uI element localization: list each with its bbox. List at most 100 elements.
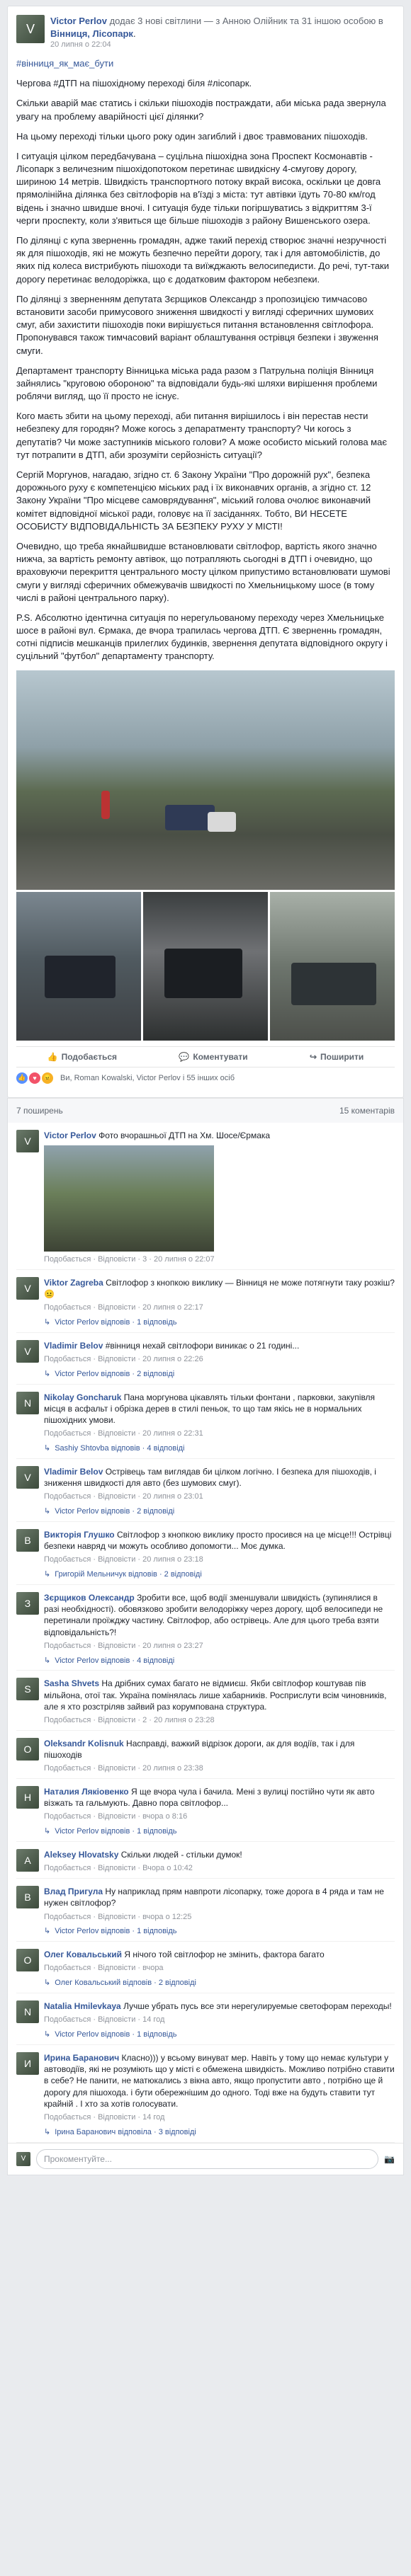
comment-meta[interactable]: Подобається · Відповісти · 20 липня о 22… [44, 1354, 395, 1365]
comment-meta[interactable]: Подобається · Відповісти · вчора [44, 1963, 395, 1974]
hashtag-link[interactable]: #вінниця_як_має_бути [16, 58, 113, 69]
reply-arrow-icon: ↳ [44, 1827, 51, 1836]
comment-button[interactable]: 💬 Коментувати [179, 1052, 247, 1062]
commenter-name[interactable]: Викторія Глушко [44, 1530, 115, 1540]
reply-summary[interactable]: ↳ Sashiy Shtovba відповів · 4 відповіді [44, 1443, 395, 1454]
commenter-avatar[interactable]: В [16, 1886, 39, 1909]
accident-photo-main[interactable] [16, 670, 395, 890]
reply-summary[interactable]: ↳ Victor Perlov відповів · 1 відповідь [44, 1926, 395, 1937]
comment-body: Олег Ковальський Я нічого той світлофор … [44, 1949, 395, 1988]
commenter-name[interactable]: Наталия Лякіовенко [44, 1787, 129, 1797]
reply-summary[interactable]: ↳ Олег Ковальський відповів · 2 відповіді [44, 1978, 395, 1988]
commenter-avatar[interactable]: V [16, 1465, 39, 1489]
commenter-name[interactable]: Aleksey Hlovatsky [44, 1850, 118, 1860]
author-link[interactable]: Victor Perlov [50, 16, 107, 26]
comment-meta[interactable]: Подобається · Відповісти · Вчора о 10:42 [44, 1863, 395, 1874]
post-paragraph: По ділянці с купа зверненнь громадян, ад… [16, 235, 390, 285]
commenter-name[interactable]: Олег Ковальський [44, 1950, 122, 1959]
commenter-name[interactable]: Viktor Zagreba [44, 1278, 103, 1288]
commenter-name[interactable]: Vladimir Belov [44, 1341, 103, 1351]
commenter-avatar[interactable]: V [16, 1276, 39, 1300]
comments-count[interactable]: 15 коментарів [339, 1106, 395, 1116]
comment-body: Vladimir Belov #вінниця нехай світлофори… [44, 1340, 395, 1380]
reply-summary[interactable]: ↳ Victor Perlov відповів · 2 відповіді [44, 1506, 395, 1517]
post-paragraph: P.S. Абсолютно ідентична ситуація по нер… [16, 612, 388, 662]
comment-meta[interactable]: Подобається · Відповісти · 14 год [44, 2112, 395, 2123]
post-time[interactable]: 20 липня о 22:04 [50, 40, 395, 50]
comment: O Oleksandr Kolisnuk Насправді, важкий в… [16, 1731, 395, 1780]
reply-summary[interactable]: ↳ Григорій Мельничук відповів · 2 відпові… [44, 1569, 395, 1580]
commenter-avatar[interactable]: V [16, 1339, 39, 1363]
reply-arrow-icon: ↳ [44, 1570, 51, 1579]
camera-icon[interactable]: 📷 [384, 2154, 395, 2164]
reply-arrow-icon: ↳ [44, 1444, 51, 1453]
reply-arrow-icon: ↳ [44, 1927, 51, 1936]
comment-meta[interactable]: Подобається · Відповісти · вчора о 8:16 [44, 1811, 395, 1822]
comment-meta[interactable]: Подобається · Відповісти · 3 · 20 липня … [44, 1254, 395, 1265]
reactions-row[interactable]: 👍 ♥ 😠 Ви, Roman Kowalski, Victor Perlov … [16, 1067, 395, 1089]
comment-meta[interactable]: Подобається · Відповісти · 20 липня о 22… [44, 1429, 395, 1439]
reply-summary[interactable]: ↳ Victor Perlov відповів · 1 відповідь [44, 1317, 395, 1328]
reply-summary[interactable]: ↳ Victor Perlov відповів · 1 відповідь [44, 2030, 395, 2040]
comment: О Олег Ковальський Я нічого той світлофо… [16, 1942, 395, 1994]
comment-meta[interactable]: Подобається · Відповісти · 20 липня о 23… [44, 1763, 395, 1774]
share-button[interactable]: ↪ Поширити [310, 1052, 364, 1062]
reactions-text: Ви, Roman Kowalski, Victor Perlov і 55 і… [60, 1073, 235, 1082]
place-link[interactable]: Вінниця, Лісопарк [50, 28, 133, 39]
commenter-avatar[interactable]: A [16, 1849, 39, 1872]
comment: V Vladimir Belov #вінниця нехай світлофо… [16, 1333, 395, 1385]
comment-photo[interactable] [44, 1145, 214, 1252]
comment-meta[interactable]: Подобається · Відповісти · 20 липня о 22… [44, 1303, 395, 1313]
comment-input[interactable]: Прокоментуйте... [36, 2148, 379, 2169]
commenter-avatar[interactable]: O [16, 1737, 39, 1761]
like-button[interactable]: 👍 Подобається [47, 1052, 117, 1062]
comment-meta[interactable]: Подобається · Відповісти · 20 липня о 23… [44, 1555, 395, 1565]
commenter-avatar[interactable]: N [16, 1391, 39, 1414]
reply-arrow-icon: ↳ [44, 1507, 51, 1516]
commenter-avatar[interactable]: В [16, 1528, 39, 1552]
commenter-avatar[interactable]: И [16, 2051, 39, 2075]
post-paragraph: І ситуація цілком передбачувана – суціль… [16, 150, 381, 226]
reply-summary[interactable]: ↳ Victor Perlov відповів · 1 відповідь [44, 1826, 395, 1837]
commenter-name[interactable]: Victor Perlov [44, 1130, 96, 1140]
accident-photo-4[interactable] [270, 891, 395, 1041]
commenter-name[interactable]: Nikolay Goncharuk [44, 1392, 121, 1402]
commenter-avatar[interactable]: О [16, 1949, 39, 1972]
commenter-avatar[interactable]: N [16, 2000, 39, 2024]
comment-body: Aleksey Hlovatsky Скільки людей - стільк… [44, 1849, 395, 1874]
commenter-name[interactable]: Влад Пригула [44, 1887, 103, 1896]
comment-body: Oleksandr Kolisnuk Насправді, важкий від… [44, 1738, 395, 1774]
post-actions: 👍 Подобається 💬 Коментувати ↪ Поширити [16, 1046, 395, 1067]
post-paragraph: Кого маєть збити на цьому переході, аби … [16, 411, 387, 460]
comment-text: Скільки людей - стільки думок! [120, 1850, 242, 1860]
comment-meta[interactable]: Подобається · Відповісти · 20 липня о 23… [44, 1492, 395, 1502]
commenter-avatar[interactable]: S [16, 1678, 39, 1701]
reply-arrow-icon: ↳ [44, 2030, 51, 2039]
comment-text: Лучше убрать пусь все эти нерегулируемые… [123, 2001, 392, 2012]
comment-text: #вінниця нехай світлофори виникає о 21 г… [105, 1340, 300, 1351]
reply-summary[interactable]: ↳ Victor Perlov відповів · 2 відповіді [44, 1369, 395, 1380]
commenter-name[interactable]: Sasha Shvets [44, 1678, 99, 1688]
commenter-name[interactable]: Natalia Hmilevkaya [44, 2001, 121, 2011]
shares-count[interactable]: 7 поширень [16, 1106, 63, 1116]
commenter-name[interactable]: Oleksandr Kolisnuk [44, 1739, 124, 1748]
accident-photo-2[interactable] [16, 891, 141, 1041]
commenter-name[interactable]: Ирина Баранович [44, 2053, 119, 2063]
comment-meta[interactable]: Подобається · Відповісти · 20 липня о 23… [44, 1641, 395, 1651]
comment-meta[interactable]: Подобається · Відповісти · вчора о 12:25 [44, 1912, 395, 1923]
accident-photo-3[interactable] [143, 891, 268, 1041]
reply-arrow-icon: ↳ [44, 1317, 51, 1327]
commenter-avatar[interactable]: V [16, 1129, 39, 1152]
comment-meta[interactable]: Подобається · Відповісти · 14 год [44, 2015, 395, 2025]
commenter-avatar[interactable]: З [16, 1591, 39, 1615]
comment-meta[interactable]: Подобається · Відповісти · 2 · 20 липня … [44, 1715, 395, 1726]
comment-body: Nikolay Goncharuk Пана моргунова цікавля… [44, 1392, 395, 1454]
commenter-avatar[interactable]: Н [16, 1786, 39, 1809]
reply-summary[interactable]: ↳ Ірина Баранович відповіла · 3 відповіді [44, 2127, 395, 2138]
comment-body: Sasha Shvets На дрібних сумах багато не … [44, 1678, 395, 1725]
commenter-name[interactable]: Зєрщиков Олександр [44, 1593, 135, 1603]
comment-body: Victor Perlov Фото вчорашньої ДТП на Хм.… [44, 1130, 395, 1265]
author-avatar[interactable]: V [16, 15, 45, 43]
reply-summary[interactable]: ↳ Victor Perlov відповів · 4 відповіді [44, 1656, 395, 1666]
commenter-name[interactable]: Vladimir Belov [44, 1467, 103, 1477]
